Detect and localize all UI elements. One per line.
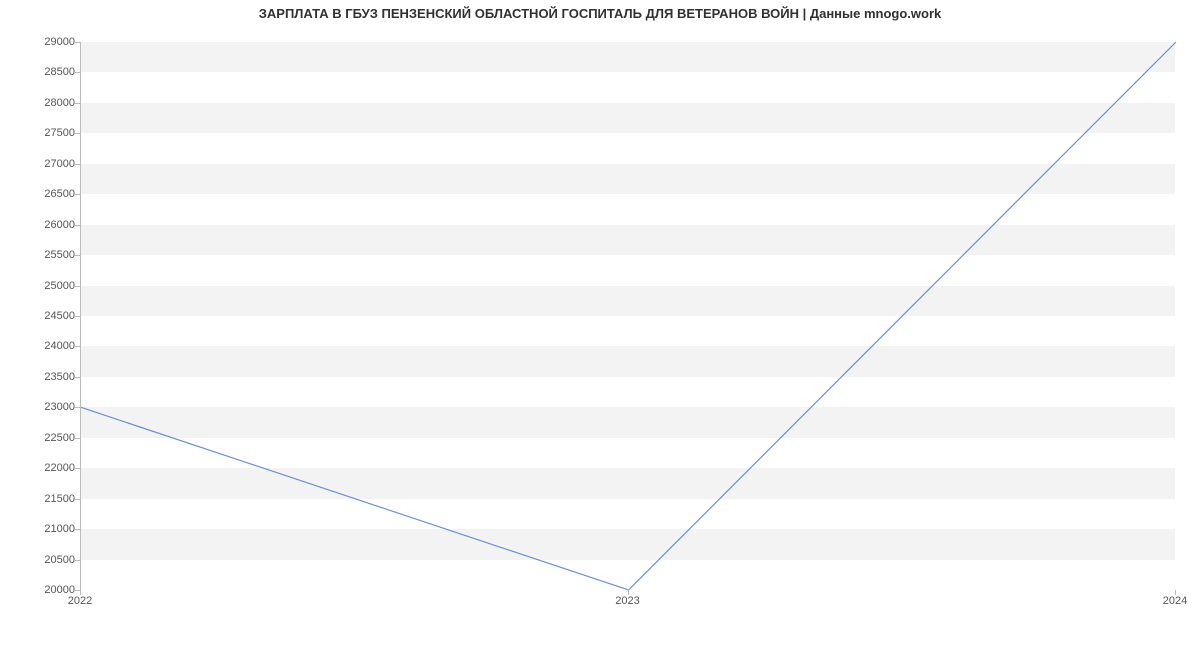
y-tick-mark (75, 499, 80, 500)
y-tick-mark (75, 316, 80, 317)
y-tick-mark (75, 286, 80, 287)
y-tick-label: 23500 (15, 371, 75, 383)
y-tick-mark (75, 560, 80, 561)
y-tick-label: 23000 (15, 401, 75, 413)
y-tick-mark (75, 103, 80, 104)
line-series (81, 42, 1175, 589)
y-tick-label: 25000 (15, 280, 75, 292)
x-tick-mark (1175, 590, 1176, 595)
y-tick-label: 26000 (15, 219, 75, 231)
y-tick-label: 26500 (15, 188, 75, 200)
y-tick-mark (75, 194, 80, 195)
y-tick-mark (75, 346, 80, 347)
y-tick-mark (75, 438, 80, 439)
y-tick-mark (75, 133, 80, 134)
y-tick-label: 21500 (15, 493, 75, 505)
y-tick-label: 27500 (15, 127, 75, 139)
x-tick-label: 2024 (1163, 595, 1187, 607)
y-tick-mark (75, 377, 80, 378)
y-tick-label: 20000 (15, 584, 75, 596)
chart-title: ЗАРПЛАТА В ГБУЗ ПЕНЗЕНСКИЙ ОБЛАСТНОЙ ГОС… (0, 6, 1200, 21)
y-tick-label: 21000 (15, 523, 75, 535)
y-tick-mark (75, 407, 80, 408)
y-tick-label: 29000 (15, 36, 75, 48)
y-tick-mark (75, 255, 80, 256)
x-tick-label: 2023 (615, 595, 639, 607)
plot-area (80, 42, 1175, 590)
y-tick-mark (75, 529, 80, 530)
y-tick-label: 25500 (15, 249, 75, 261)
y-tick-label: 28500 (15, 66, 75, 78)
y-tick-label: 24000 (15, 340, 75, 352)
y-tick-mark (75, 468, 80, 469)
y-tick-label: 24500 (15, 310, 75, 322)
y-tick-mark (75, 72, 80, 73)
y-tick-mark (75, 225, 80, 226)
y-tick-mark (75, 42, 80, 43)
x-tick-mark (80, 590, 81, 595)
x-tick-label: 2022 (68, 595, 92, 607)
y-tick-label: 20500 (15, 554, 75, 566)
y-tick-label: 27000 (15, 158, 75, 170)
y-tick-mark (75, 164, 80, 165)
chart-container: ЗАРПЛАТА В ГБУЗ ПЕНЗЕНСКИЙ ОБЛАСТНОЙ ГОС… (0, 0, 1200, 630)
y-tick-label: 22000 (15, 462, 75, 474)
y-tick-label: 28000 (15, 97, 75, 109)
y-tick-label: 22500 (15, 432, 75, 444)
x-tick-mark (628, 590, 629, 595)
